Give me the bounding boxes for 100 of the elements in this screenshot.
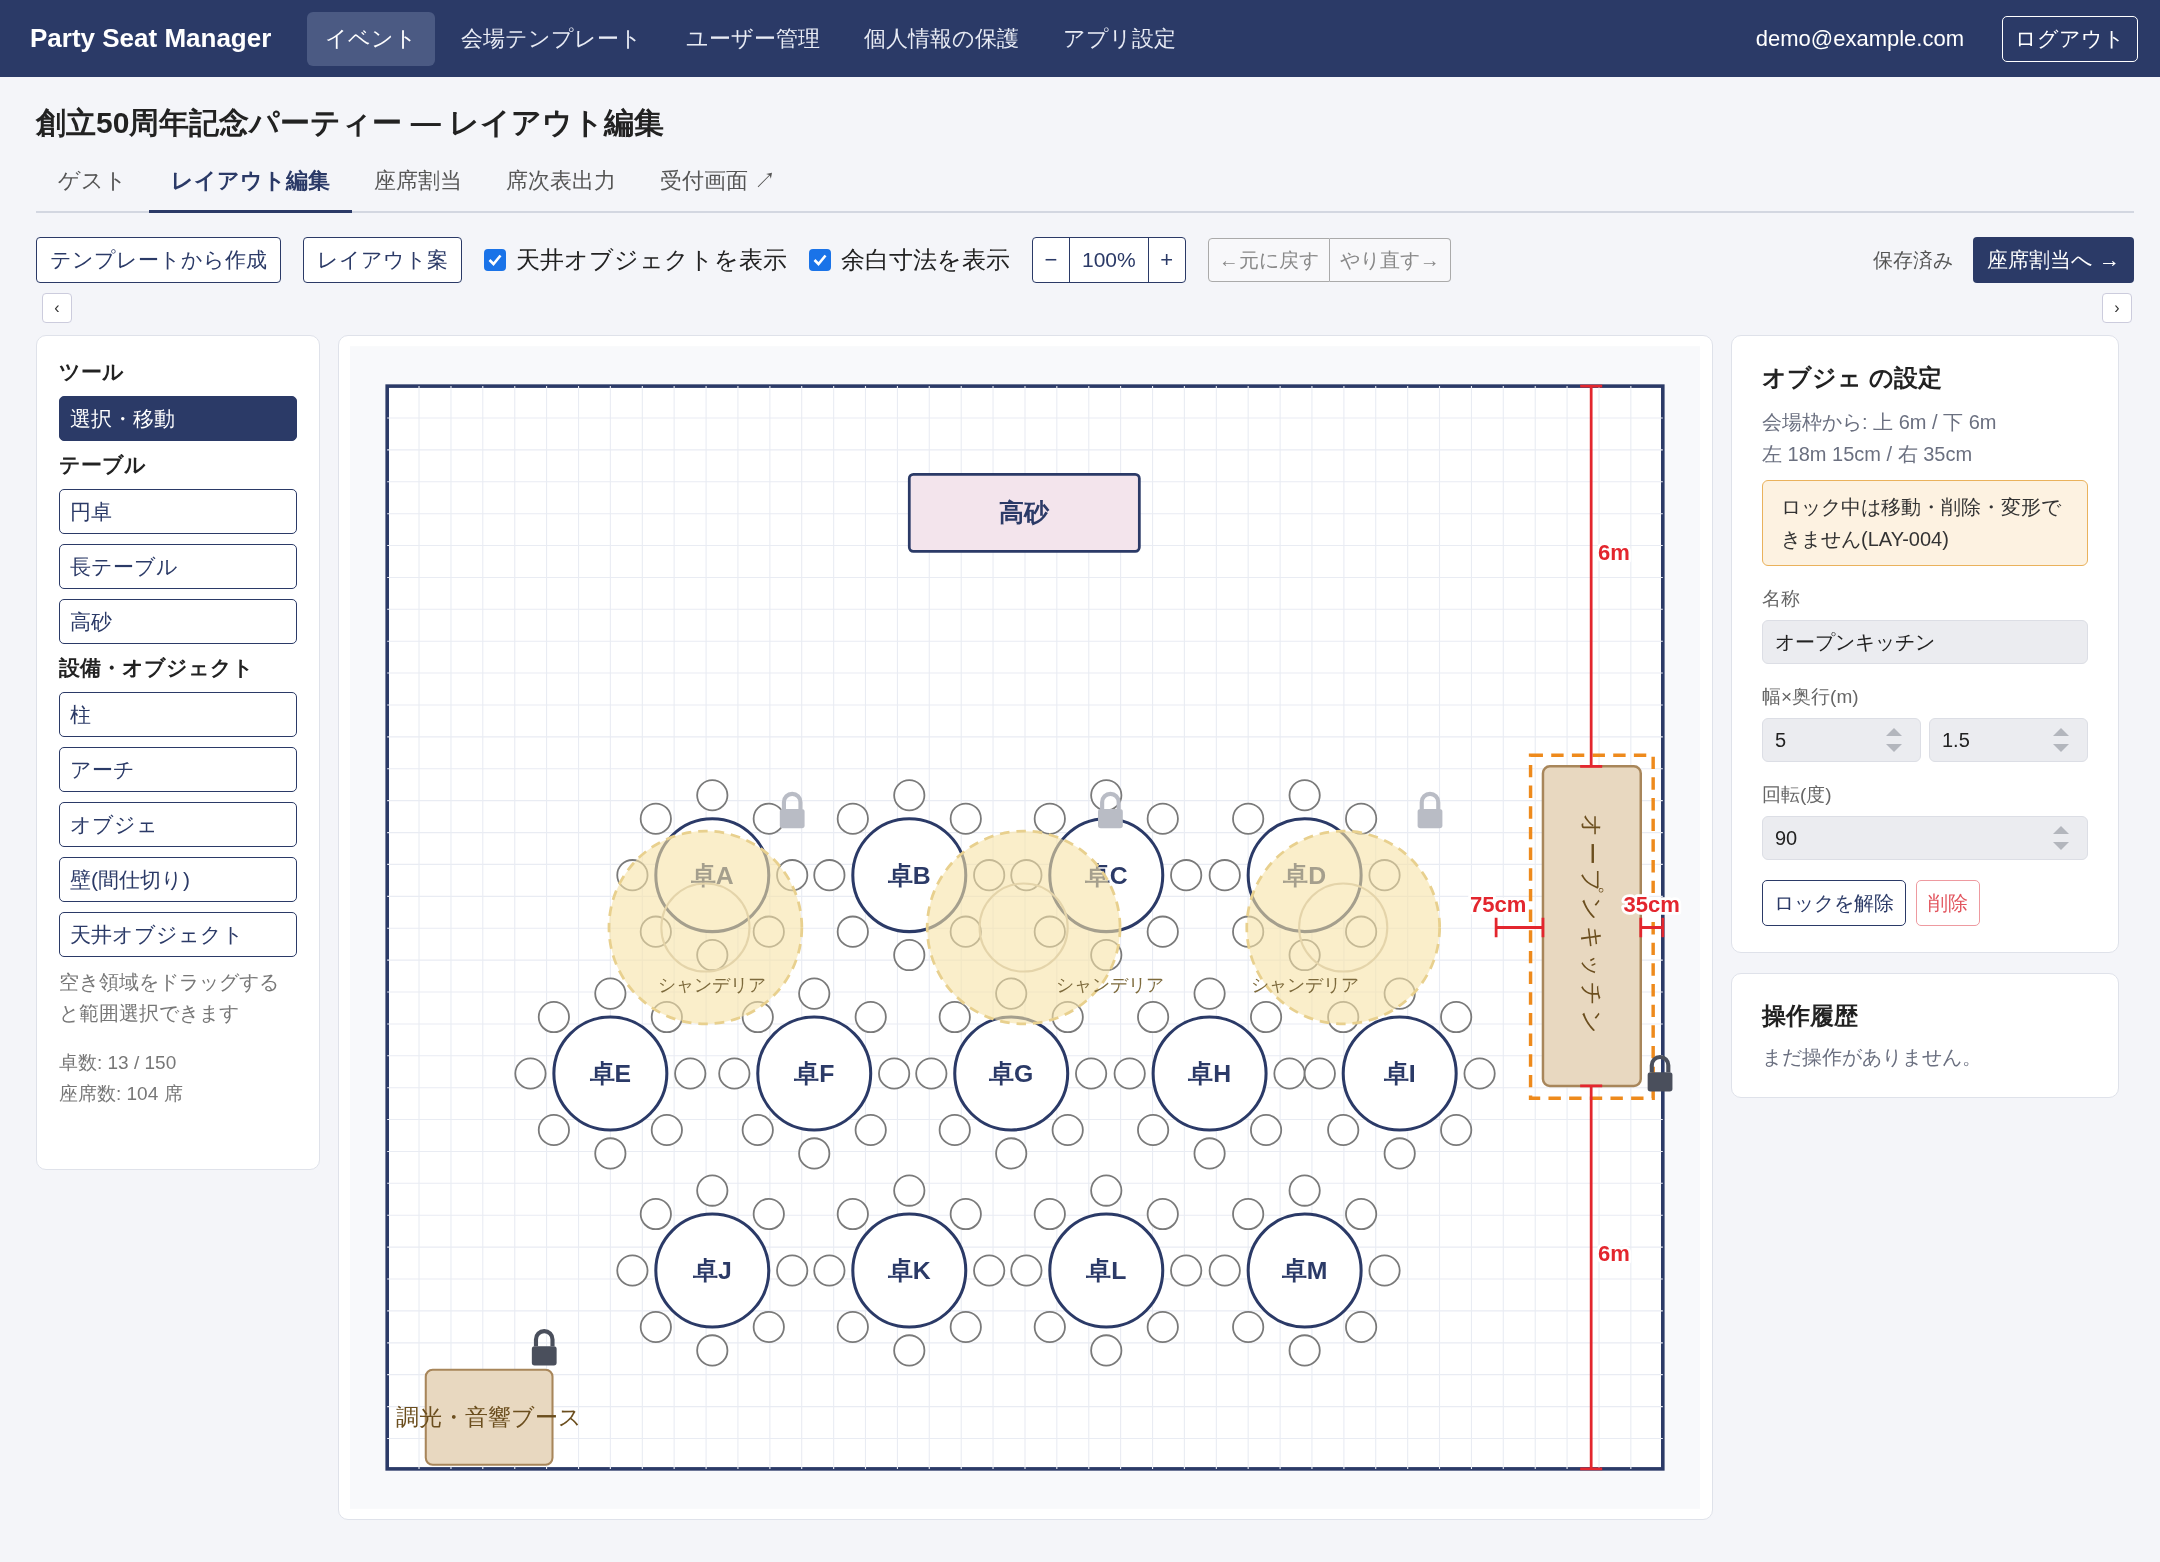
table-circle[interactable] [851,817,968,934]
seat-circle[interactable] [854,1113,887,1147]
seat-circle[interactable] [1170,859,1203,892]
seat-circle[interactable] [514,1057,547,1090]
seat-circle[interactable] [1193,1137,1226,1170]
checkbox[interactable] [809,249,831,271]
table-circle[interactable] [1341,1015,1458,1132]
nav-tab[interactable]: アプリ設定 [1045,11,1195,66]
seat-circle[interactable] [938,1113,971,1147]
nav-tab[interactable]: 個人情報の保護 [846,11,1038,66]
seat-circle[interactable] [938,1001,971,1034]
zoom-in-button[interactable]: + [1148,238,1185,282]
seat-circle[interactable] [1273,1057,1306,1090]
seat-circle[interactable] [1345,1198,1378,1231]
stage-block[interactable] [907,472,1141,553]
seat-circle[interactable] [1288,1174,1321,1207]
seat-circle[interactable] [1232,802,1265,835]
seat-circle[interactable] [1383,977,1416,1010]
collapse-right-button[interactable]: › [2102,293,2132,323]
tool-button[interactable]: 天井オブジェクト [59,912,297,957]
seat-circle[interactable] [741,1001,774,1034]
seat-circle[interactable] [1303,1057,1336,1090]
seat-circle[interactable] [1090,1334,1123,1367]
checkbox[interactable] [484,249,506,271]
page-tab[interactable]: 席次表出力 [484,156,638,213]
seat-circle[interactable] [1368,1254,1401,1287]
seat-circle[interactable] [798,1137,831,1170]
seat-circle[interactable] [1327,1113,1360,1147]
page-tab[interactable]: 受付画面 ↗ [638,156,799,213]
nav-tab[interactable]: ユーザー管理 [668,11,839,66]
seat-circle[interactable] [1010,1254,1043,1287]
seat-circle[interactable] [949,1198,982,1231]
seat-circle[interactable] [1463,1057,1496,1090]
seat-circle[interactable] [798,977,831,1010]
seat-circle[interactable] [1051,1001,1084,1034]
delete-button[interactable]: 削除 [1916,880,1980,926]
seat-circle[interactable] [594,977,627,1010]
seat-circle[interactable] [1146,915,1179,948]
seat-circle[interactable] [718,1057,751,1090]
seat-circle[interactable] [1090,939,1123,972]
tool-button[interactable]: 高砂 [59,599,297,644]
seat-circle[interactable] [1383,1137,1416,1170]
seat-circle[interactable] [878,1057,911,1090]
table-circle[interactable] [654,1212,771,1329]
seat-circle[interactable] [1288,1334,1321,1367]
table-circle[interactable] [1151,1015,1268,1132]
seat-circle[interactable] [949,802,982,835]
seat-circle[interactable] [1208,859,1241,892]
tool-button[interactable]: 柱 [59,692,297,737]
next-step-button[interactable]: 座席割当へ → [1973,237,2134,283]
seat-circle[interactable] [537,1113,570,1147]
seat-circle[interactable] [741,1113,774,1147]
seat-circle[interactable] [1113,1057,1146,1090]
table-circle[interactable] [552,1015,669,1132]
seat-circle[interactable] [650,1001,683,1034]
seat-circle[interactable] [1440,1001,1473,1034]
seat-circle[interactable] [1146,1310,1179,1344]
seat-circle[interactable] [639,802,672,835]
seat-circle[interactable] [1250,1113,1283,1147]
logout-button[interactable]: ログアウト [2002,15,2138,62]
seat-circle[interactable] [1327,1001,1360,1034]
tool-button[interactable]: 円卓 [59,489,297,534]
seat-circle[interactable] [1033,802,1066,835]
seat-circle[interactable] [696,1174,729,1207]
seat-circle[interactable] [813,1254,846,1287]
seat-circle[interactable] [1232,1198,1265,1231]
seat-circle[interactable] [1146,802,1179,835]
seat-circle[interactable] [915,1057,948,1090]
seat-circle[interactable] [696,779,729,812]
seat-circle[interactable] [949,1310,982,1344]
nav-tab[interactable]: イベント [307,11,436,66]
seat-circle[interactable] [1033,1310,1066,1344]
seat-circle[interactable] [616,859,649,892]
seat-circle[interactable] [1232,915,1265,948]
seat-circle[interactable] [696,1334,729,1367]
toolbar-button[interactable]: テンプレートから作成 [36,237,281,283]
seat-circle[interactable] [1345,1310,1378,1344]
table-circle[interactable] [1048,1212,1165,1329]
seat-circle[interactable] [854,1001,887,1034]
table-circle[interactable] [1048,817,1165,934]
seat-circle[interactable] [639,1198,672,1231]
seat-circle[interactable] [893,1334,926,1367]
seat-circle[interactable] [1137,1001,1170,1034]
seat-circle[interactable] [836,915,869,948]
seat-circle[interactable] [752,1198,785,1231]
seat-circle[interactable] [836,1310,869,1344]
tool-button[interactable]: 壁(間仕切り) [59,857,297,902]
seat-circle[interactable] [893,1174,926,1207]
seat-circle[interactable] [650,1113,683,1147]
seat-circle[interactable] [1090,779,1123,812]
page-tab[interactable]: ゲスト [36,156,149,213]
seat-circle[interactable] [1090,1174,1123,1207]
seat-circle[interactable] [1075,1057,1108,1090]
table-circle[interactable] [654,817,771,934]
page-tab[interactable]: 座席割当 [352,156,484,213]
toolbar-button[interactable]: レイアウト案 [303,237,462,283]
seat-circle[interactable] [674,1057,707,1090]
seat-circle[interactable] [893,939,926,972]
seat-circle[interactable] [1208,1254,1241,1287]
table-circle[interactable] [756,1015,873,1132]
